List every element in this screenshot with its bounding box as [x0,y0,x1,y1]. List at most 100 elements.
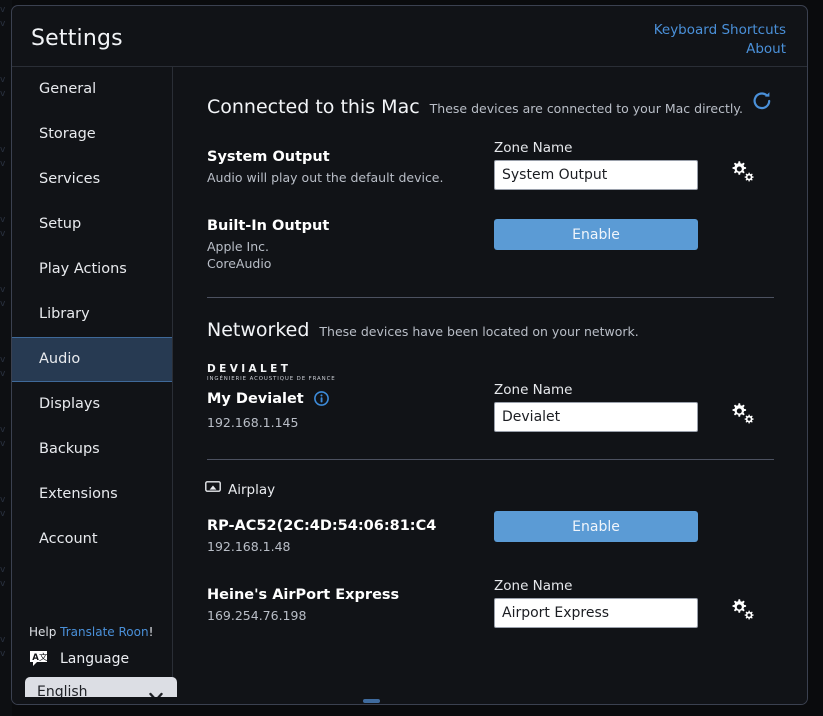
language-icon: A 文 [29,650,51,668]
sidebar-item-label: Play Actions [39,261,127,277]
sidebar-item-label: Displays [39,396,101,412]
brand-logo-devialet: DEVIALET INGÉNIERIE ACOUSTIQUE DE FRANCE [174,363,807,382]
sidebar-item-account[interactable]: Account [12,517,172,562]
zone-name-label: Zone Name [494,382,573,398]
backdrop-chevron-icon: v [0,579,6,589]
section-divider [207,297,774,298]
sidebar-item-extensions[interactable]: Extensions [12,472,172,517]
brand-name: DEVIALET [207,363,292,375]
backdrop-chevron-icon: v [0,19,6,29]
zone-name-label: Zone Name [494,578,573,594]
group-header-airplay: Airplay [174,480,807,499]
device-settings-gear-icon[interactable] [729,401,759,427]
window-titlebar: Settings Keyboard Shortcuts About [12,6,807,67]
section-title: Connected to this Mac [207,96,420,118]
backdrop-chevron-icon: v [0,215,6,225]
sidebar-item-setup[interactable]: Setup [12,202,172,247]
horizontal-scrollbar-track[interactable] [12,697,807,704]
help-translate-line: Help Translate Roon! [12,624,173,640]
sidebar-item-services[interactable]: Services [12,157,172,202]
help-prefix-text: Help [29,625,61,639]
header-links: Keyboard Shortcuts About [654,21,786,59]
language-row: A 文 Language [12,650,173,668]
zone-name-label: Zone Name [494,140,573,156]
backdrop-chevron-icon: v [0,425,6,435]
backdrop-chevron-icon: v [0,159,6,169]
sidebar-item-storage[interactable]: Storage [12,112,172,157]
zone-control: Zone Name [494,578,698,628]
sidebar-item-label: Setup [39,216,82,232]
airplay-icon [205,480,221,499]
sidebar-item-label: Library [39,306,90,322]
backdrop-chevron-icon: v [0,229,6,239]
about-link[interactable]: About [654,40,786,59]
settings-window: Settings Keyboard Shortcuts About Genera… [11,5,808,705]
sidebar-item-library[interactable]: Library [12,292,172,337]
sidebar-item-label: Account [39,531,98,547]
device-row-built-in-output: Built-In Output Apple Inc. CoreAudio Ena… [174,215,807,272]
language-label: Language [60,651,130,667]
sidebar-item-audio[interactable]: Audio [12,337,172,382]
backdrop-chevron-icon: v [0,75,6,85]
horizontal-scrollbar-thumb[interactable] [363,699,380,703]
sidebar-item-label: Audio [39,351,81,367]
enable-button[interactable]: Enable [494,511,698,542]
zone-name-input[interactable] [494,160,698,190]
sidebar-item-play-actions[interactable]: Play Actions [12,247,172,292]
backdrop-chevron-icon: v [0,565,6,575]
info-icon[interactable] [313,391,329,410]
backdrop-chevron-icon: v [0,495,6,505]
device-row-airport-express: Heine's AirPort Express 169.254.76.198 Z… [174,578,807,630]
device-name: My Devialet [207,391,304,407]
backdrop-chevron-icon: v [0,5,6,15]
group-label: Airplay [228,481,276,498]
zone-name-input[interactable] [494,402,698,432]
section-header-networked: Networked These devices have been locate… [174,319,807,341]
zone-control: Zone Name [494,382,698,432]
zone-control: Zone Name [494,140,698,190]
backdrop-chevron-icon: v [0,439,6,449]
page-title: Settings [31,26,123,51]
backdrop-chevron-icon: v [0,355,6,365]
sidebar-item-label: Services [39,171,101,187]
backdrop-chevron-icon: v [0,299,6,309]
sidebar-item-backups[interactable]: Backups [12,427,172,472]
enable-control: Enable [494,511,698,542]
device-settings-gear-icon[interactable] [729,597,759,623]
translate-roon-link[interactable]: Translate Roon [60,625,148,639]
sidebar-item-label: General [39,81,97,97]
device-name: System Output [207,149,330,165]
section-header-connected: Connected to this Mac These devices are … [174,92,807,118]
section-subtitle: These devices have been located on your … [319,324,639,339]
window-body: General Storage Services Setup Play Acti… [12,67,807,704]
device-settings-gear-icon[interactable] [729,159,759,185]
backdrop-chevron-icon: v [0,369,6,379]
backdrop-chevron-icon: v [0,635,6,645]
sidebar-item-displays[interactable]: Displays [12,382,172,427]
refresh-icon[interactable] [751,90,773,112]
page-root: vvvvvvvvvvvvvvvvvvvv Settings Keyboard S… [0,0,823,716]
section-subtitle: These devices are connected to your Mac … [429,101,743,116]
enable-control: Enable [494,219,698,250]
device-name: RP-AC52(2C:4D:54:06:81:C4 [207,518,437,534]
backdrop-chevron-icon: v [0,285,6,295]
device-row-system-output: System Output Audio will play out the de… [174,140,807,192]
sidebar: General Storage Services Setup Play Acti… [12,67,177,704]
section-divider [207,459,774,460]
sidebar-item-general[interactable]: General [12,67,172,112]
device-row-my-devialet: My Devialet 192.168.1.145 Zone Name [174,382,807,434]
sidebar-item-label: Backups [39,441,100,457]
content-panel: Connected to this Mac These devices are … [174,67,807,704]
enable-button[interactable]: Enable [494,219,698,250]
svg-text:文: 文 [39,652,48,663]
keyboard-shortcuts-link[interactable]: Keyboard Shortcuts [654,21,786,40]
sidebar-item-label: Storage [39,126,96,142]
device-name: Heine's AirPort Express [207,587,400,603]
device-row-rp-ac52: RP-AC52(2C:4D:54:06:81:C4 192.168.1.48 E… [174,511,807,561]
sidebar-item-label: Extensions [39,486,118,502]
zone-name-input[interactable] [494,598,698,628]
backdrop-chevron-icon: v [0,649,6,659]
device-driver: CoreAudio [207,256,272,271]
help-suffix-text: ! [148,625,154,639]
backdrop-chevron-icon: v [0,509,6,519]
